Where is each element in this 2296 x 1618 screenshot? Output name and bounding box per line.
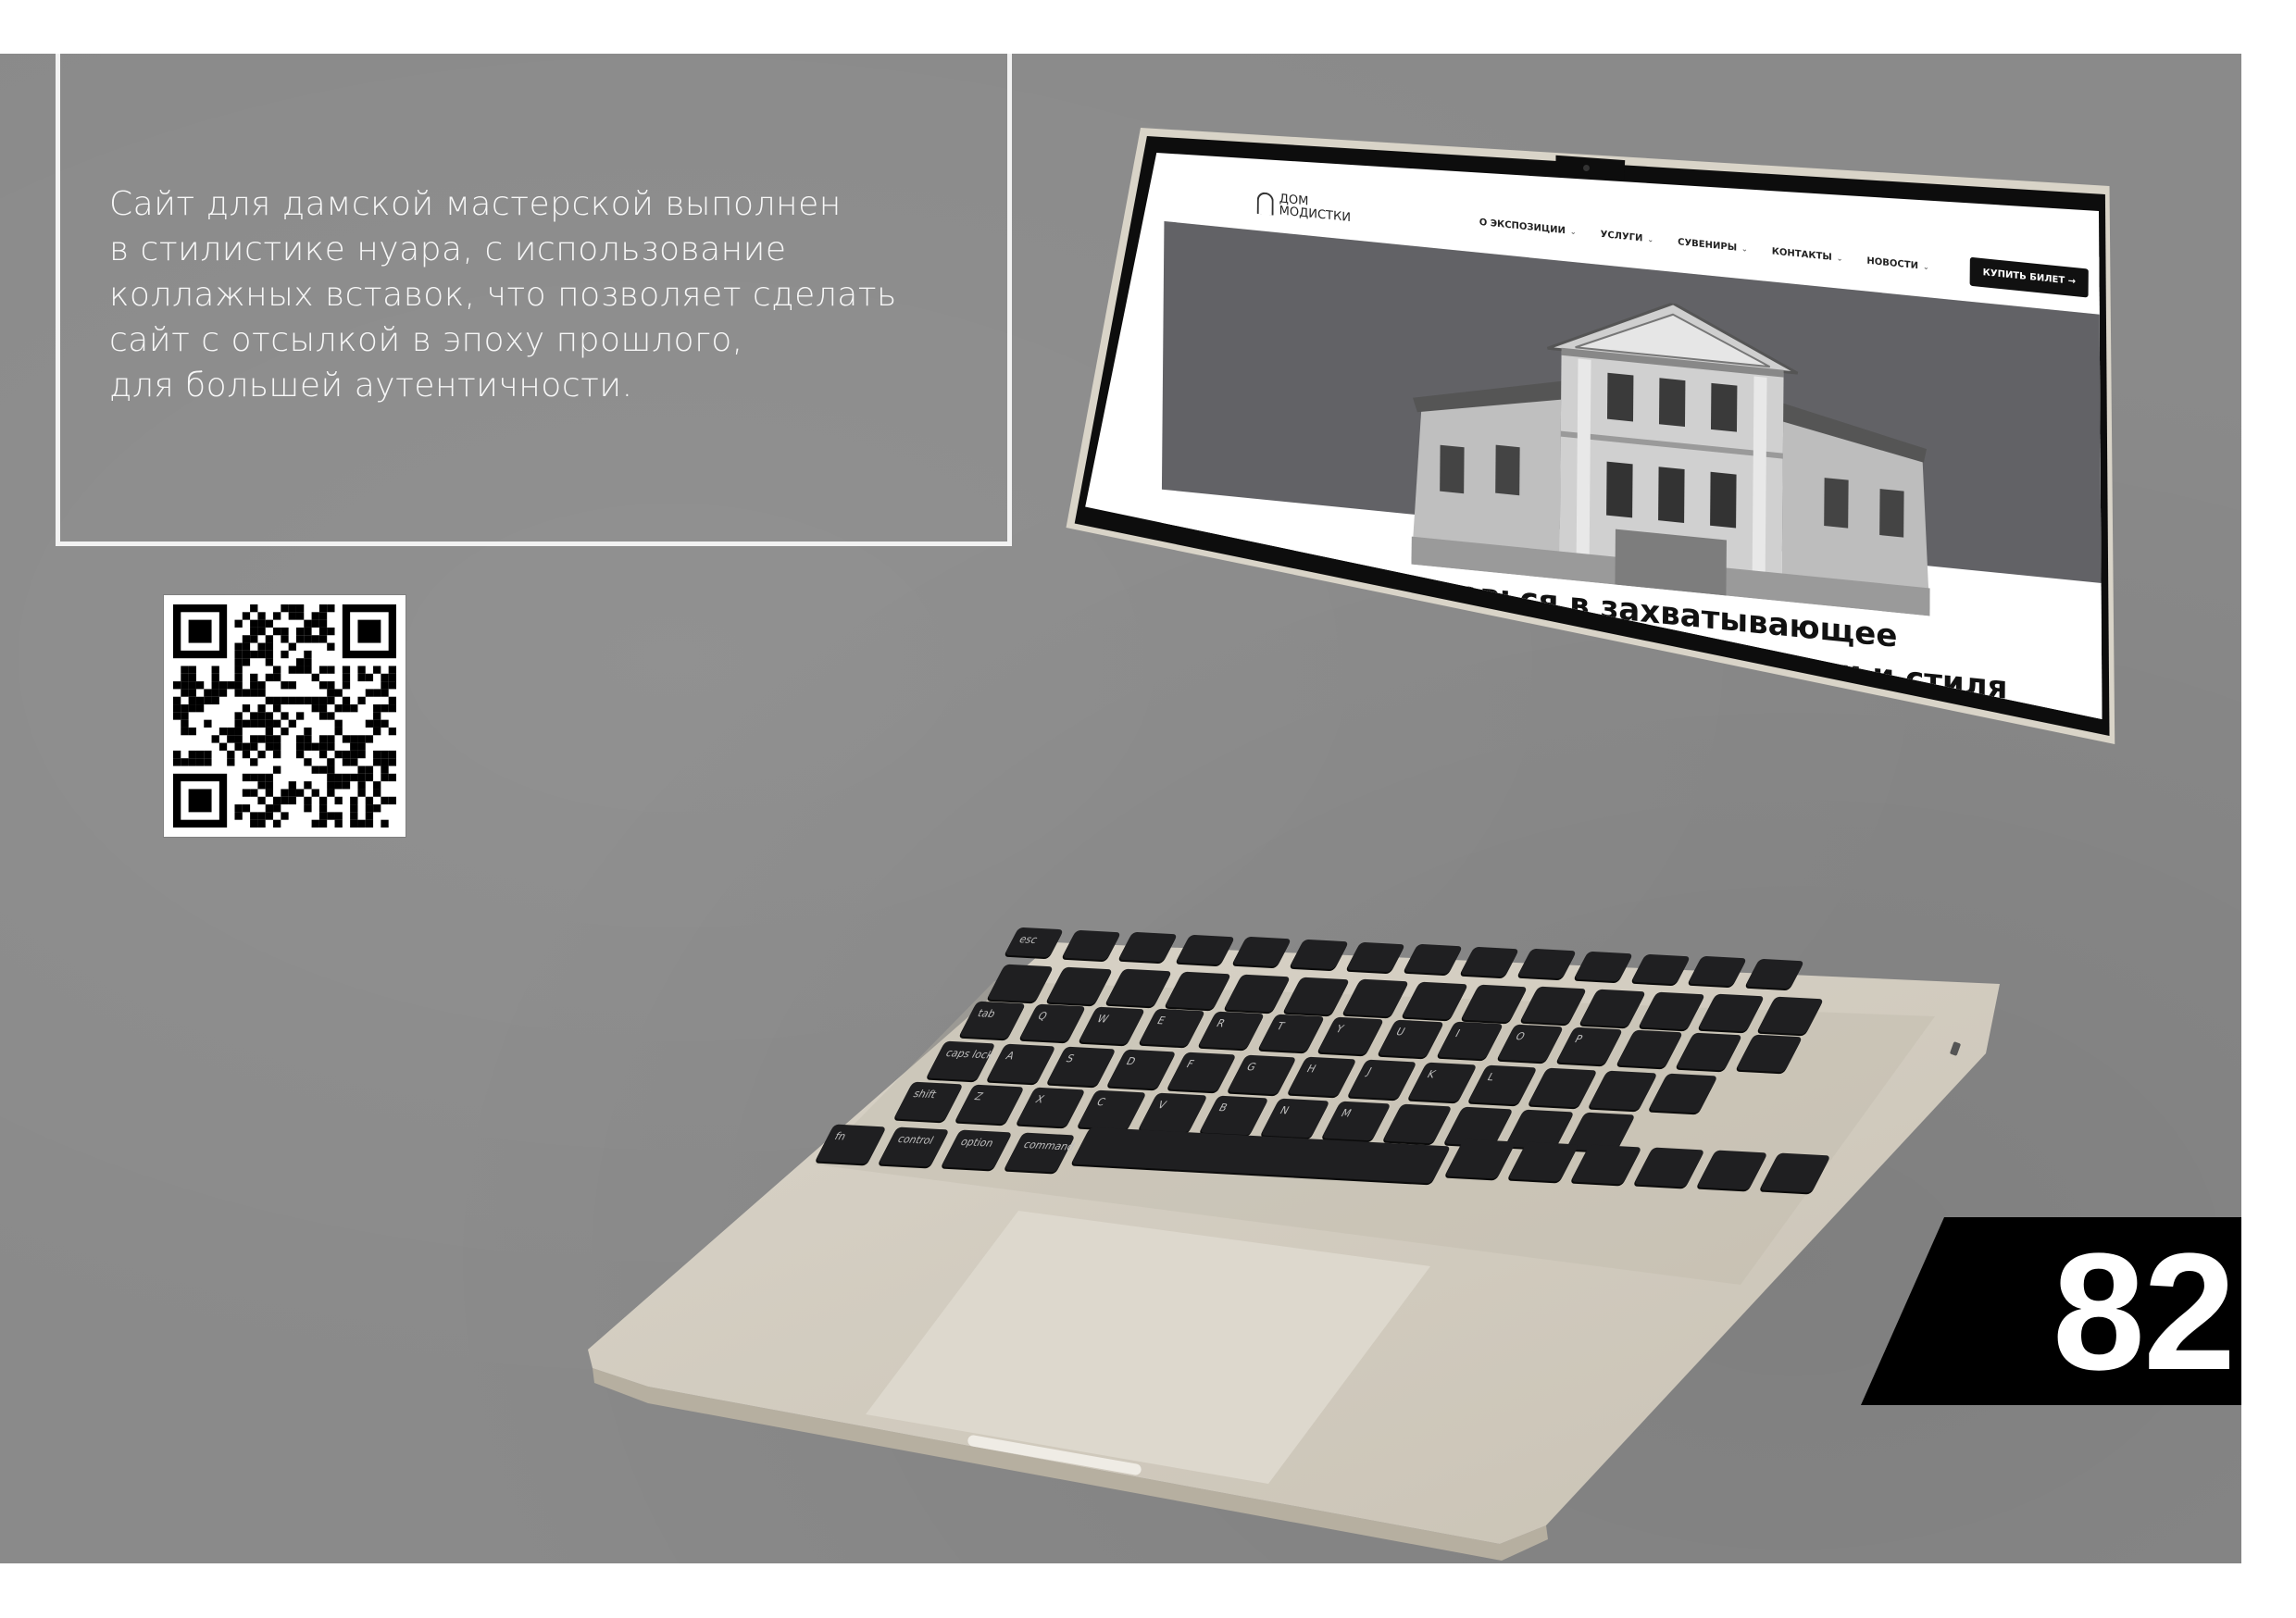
key-label: R [1214,1017,1228,1030]
key-label: D [1124,1054,1139,1068]
key-label: tab [975,1007,998,1020]
historic-building-image [1411,302,1930,616]
buy-ticket-hero-button[interactable]: КУПИТЬ БИЛЕТ [1574,758,1705,809]
key-label: K [1425,1068,1438,1081]
chevron-down-icon: ⌄ [1569,227,1577,237]
key-label: option [958,1136,996,1150]
menu-label: УСЛУГИ [1600,229,1643,244]
display-area: ДОМ МОДИСТКИ О ЭКСПОЗИЦИИ ⌄ УСЛУГИ ⌄ СУВЕН… [1085,153,2103,809]
menu-item-contacts[interactable]: КОНТАКТЫ ⌄ [1772,246,1843,264]
key-label: Y [1333,1022,1346,1036]
key-label: H [1304,1063,1318,1076]
key-label: fn [832,1129,849,1143]
menu-item-exposition[interactable]: О ЭКСПОЗИЦИИ ⌄ [1479,218,1577,237]
menu-item-souvenirs[interactable]: СУВЕНИРЫ ⌄ [1678,237,1748,255]
site-logo[interactable]: ДОМ МОДИСТКИ [1256,190,1352,225]
key-label: command [1021,1139,1078,1154]
key-label: esc [1017,933,1041,947]
key-label: A [1004,1049,1017,1063]
key-label: E [1154,1014,1167,1027]
key-label: shift [911,1087,939,1101]
page-number: 82 [2052,1219,2236,1405]
key-label: T [1273,1020,1287,1033]
key-label: B [1217,1101,1230,1114]
key-label: J [1365,1065,1374,1078]
key-label: caps lock [943,1046,996,1062]
key-label: P [1572,1033,1585,1046]
menu-label: О ЭКСПОЗИЦИИ [1479,217,1566,237]
chevron-down-icon: ⌄ [1647,235,1654,244]
key-label: I [1453,1027,1463,1040]
menu-item-services[interactable]: УСЛУГИ ⌄ [1601,230,1654,245]
chevron-down-icon: ⌄ [1922,262,1929,272]
key-label: W [1094,1012,1111,1026]
key-label: S [1064,1052,1077,1065]
slide-background: Сайт для дамской мастерской выполнен в с… [0,54,2241,1563]
key-label: Q [1034,1009,1050,1023]
key-label: U [1392,1025,1407,1039]
website-page: ДОМ МОДИСТКИ О ЭКСПОЗИЦИИ ⌄ УСЛУГИ ⌄ СУВЕН… [1158,164,2103,809]
key-label: N [1278,1103,1292,1117]
key-label: C [1094,1095,1108,1109]
chevron-down-icon: ⌄ [1836,254,1843,264]
logo-words: ДОМ МОДИСТКИ [1279,192,1352,225]
key-label: O [1512,1030,1528,1043]
key-label: L [1485,1071,1497,1084]
chevron-down-icon: ⌄ [1741,244,1748,254]
key-label: V [1155,1098,1169,1112]
arch-logo-icon [1256,191,1274,216]
key-label: control [895,1133,936,1147]
key-label: M [1339,1106,1354,1120]
menu-item-news[interactable]: НОВОСТИ ⌄ [1866,256,1928,273]
menu-label: СУВЕНИРЫ [1678,237,1738,254]
key-label: Z [972,1089,986,1103]
key-label: G [1244,1060,1259,1073]
menu-label: НОВОСТИ [1866,255,1919,272]
key-label: X [1033,1092,1047,1106]
buy-ticket-header-button[interactable]: КУПИТЬ БИЛЕТ → [1969,256,2090,298]
key-label: F [1184,1057,1196,1070]
laptop-screen: ДОМ МОДИСТКИ О ЭКСПОЗИЦИИ ⌄ УСЛУГИ ⌄ СУВЕН… [1055,94,2120,927]
menu-label: КОНТАКТЫ [1771,246,1832,263]
camera-icon [1583,165,1590,171]
